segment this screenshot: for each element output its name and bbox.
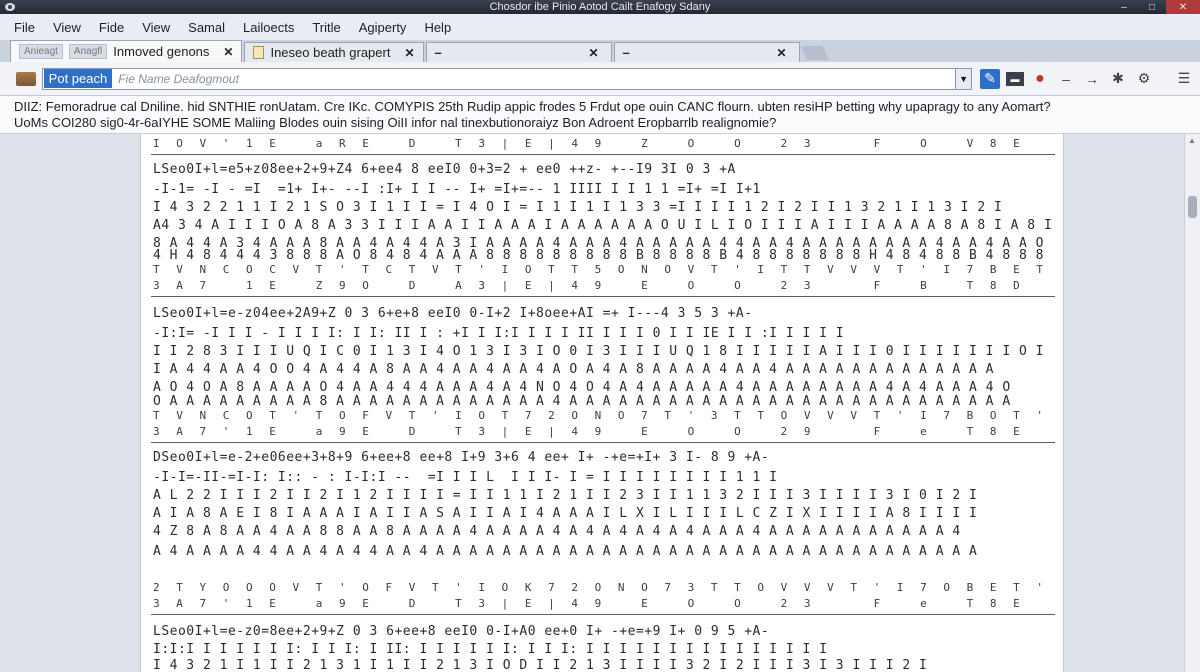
close-tab-icon[interactable]: ✕ (223, 45, 233, 59)
menu-icon[interactable]: ☰ (1174, 69, 1194, 89)
block-footer: 2 T Y O O O V T ' O F V T ' I O K 7 2 O … (153, 581, 1048, 594)
data-row: 4 Z 8 A 8 A A 4 A A 8 8 A A 8 A A A A 4 … (153, 524, 961, 539)
minimize-button[interactable]: – (1110, 0, 1138, 14)
tab-ineseo-beath-grapert[interactable]: Ineseo beath grapert ✕ (244, 42, 424, 62)
info-line-2: UoMs COI280 sig0-4r-6aIYHE SOME Maliing … (14, 115, 777, 130)
info-line-1: DIIZ: Femoradrue cal Dniline. hid SNTHIE… (14, 99, 1051, 114)
data-row: I A 4 4 A A 4 O O 4 A 4 4 A 8 A A 4 A A … (153, 362, 994, 377)
tab-bar: Anieagt Anagfl Inmoved genons ✕ Ineseo b… (0, 40, 1200, 62)
tab-prefix-b[interactable]: Anagfl (68, 44, 108, 59)
info-bar: DIIZ: Femoradrue cal Dniline. hid SNTHIE… (0, 96, 1200, 134)
data-row: A L 2 2 I I I 2 I I 2 I 1 2 I I I I = I … (153, 488, 978, 503)
menu-help[interactable]: Help (424, 20, 451, 35)
document-page: I O V ' 1 E a R E D T 3 | E | 4 9 Z O O … (140, 134, 1064, 672)
gear-icon[interactable]: ⚙ (1134, 69, 1154, 89)
data-row: -I-I=-II-=I-I: I:: - : I-I:I -- =I I I L… (153, 470, 778, 485)
data-row: I 4 3 2 2 1 1 I 2 1 S O 3 I 1 I I = I 4 … (153, 200, 1003, 215)
menu-file[interactable]: File (14, 20, 35, 35)
close-tab-icon[interactable]: ✕ (404, 46, 414, 60)
menu-view-2[interactable]: View (142, 20, 170, 35)
data-row: -I:I= -I I I - I I I I: I I: II I : +I I… (153, 326, 845, 341)
tab-label: Inmoved genons (113, 44, 210, 59)
window-controls: – □ ✕ (1110, 0, 1200, 14)
close-tab-icon[interactable]: ✕ (776, 46, 786, 60)
tab-label: Ineseo beath grapert (270, 45, 391, 60)
block-header: 3 A 7 1 E Z 9 O D A 3 | E | 4 9 E O O 2 … (153, 279, 1025, 292)
data-row: A 4 A A A A 4 4 A A 4 A 4 4 A A 4 A A A … (153, 544, 978, 559)
data-row: DSeo0I+l=e-2+e06ee+3+8+9 6+ee+8 ee+8 I+9… (153, 450, 770, 465)
block-footer: T V N C O C V T ' T C T V T ' I O T T 5 … (153, 263, 1048, 276)
chevron-down-icon: ▼ (959, 73, 969, 84)
data-row: I 4 3 2 1 I 1 I I 2 1 3 1 I 1 I I 2 1 3 … (153, 658, 928, 672)
window-title: Chosdor ibe Pinio Aotod Cailt Enafogy Sd… (489, 1, 711, 13)
puzzle-icon[interactable]: ✱ (1108, 69, 1128, 89)
tab-prefix-a[interactable]: Anieagt (19, 44, 63, 59)
data-row: I:I:I I I I I I I: I I I: I II: I I I I … (153, 642, 828, 657)
menu-lailoects[interactable]: Lailoects (243, 20, 294, 35)
tab-empty-1[interactable]: – ✕ (425, 42, 612, 62)
close-window-button[interactable]: ✕ (1166, 0, 1200, 14)
address-selected-text[interactable]: Pot peach (43, 69, 113, 88)
data-row: LSeo0I+l=e-z04ee+2A9+Z 0 3 6+e+8 eeI0 0-… (153, 306, 753, 321)
block-footer: T V N C O T ' T O F V T ' I O T 7 2 O N … (153, 409, 1048, 422)
data-row: LSeo0I+l=e5+z08ee+2+9+Z4 6+ee4 8 eeI0 0+… (153, 162, 736, 177)
block-header: I O V ' 1 E a R E D T 3 | E | 4 9 Z O O … (153, 137, 1025, 150)
menu-agiperty[interactable]: Agiperty (359, 20, 407, 35)
block-header: 3 A 7 ' 1 E a 9 E D T 3 | E | 4 9 E O O … (153, 425, 1025, 438)
data-row: LSeo0I+l=e-z0=8ee+2+9+Z 0 3 6+ee+8 eeI0 … (153, 624, 770, 639)
tab-label: – (434, 45, 442, 60)
new-tab-button[interactable] (800, 46, 829, 60)
tab-inmoved-genons[interactable]: Anieagt Anagfl Inmoved genons ✕ (10, 40, 243, 62)
forward-arrow-icon[interactable]: → (1082, 69, 1102, 89)
minus-icon[interactable]: – (1056, 69, 1076, 89)
toolbar: Pot peach Fie Name Deafogmout ▼ ✎ ▬ ● – … (0, 62, 1200, 96)
divider (151, 614, 1055, 615)
address-dropdown-button[interactable]: ▼ (956, 67, 972, 90)
menu-view[interactable]: View (53, 20, 81, 35)
menu-fide[interactable]: Fide (99, 20, 124, 35)
scrollbar-thumb[interactable] (1188, 196, 1197, 218)
title-bar: Chosdor ibe Pinio Aotod Cailt Enafogy Sd… (0, 0, 1200, 14)
tab-label: – (622, 45, 630, 60)
scroll-up-icon[interactable]: ▲ (1188, 136, 1196, 145)
data-row: -I-1= -I - =I =1+ I+- --I :I+ I I -- I+ … (153, 182, 761, 197)
tab-empty-2[interactable]: – ✕ (613, 42, 800, 62)
menu-samal[interactable]: Samal (188, 20, 225, 35)
data-row: A4 3 4 A I I I O A 8 A 3 3 I I I A A I I… (153, 218, 1053, 233)
divider (151, 296, 1055, 297)
folder-icon[interactable] (16, 71, 36, 86)
address-placeholder: Fie Name Deafogmout (118, 71, 239, 86)
maximize-button[interactable]: □ (1138, 0, 1166, 14)
user-icon[interactable]: ● (1030, 69, 1050, 89)
menu-tritle[interactable]: Tritle (312, 20, 340, 35)
display-icon[interactable]: ▬ (1006, 71, 1024, 86)
divider (151, 154, 1055, 155)
vertical-scrollbar[interactable]: ▲ (1184, 134, 1200, 672)
block-header: 3 A 7 ' 1 E a 9 E D T 3 | E | 4 9 E O O … (153, 597, 1025, 610)
divider (151, 442, 1055, 443)
menu-bar: File View Fide View Samal Lailoects Trit… (0, 14, 1200, 40)
data-row: A I A 8 A E I 8 I A A A I A I I A S A I … (153, 506, 978, 521)
close-tab-icon[interactable]: ✕ (588, 46, 598, 60)
data-row: I I 2 8 3 I I I U Q I C 0 I 1 3 I 4 O 1 … (153, 344, 1053, 359)
toolbar-icons: ✎ ▬ ● – → ✱ ⚙ ☰ (980, 68, 1200, 89)
address-field[interactable]: Pot peach Fie Name Deafogmout (41, 67, 957, 90)
edit-pen-icon[interactable]: ✎ (980, 68, 1000, 89)
document-icon (253, 46, 265, 59)
